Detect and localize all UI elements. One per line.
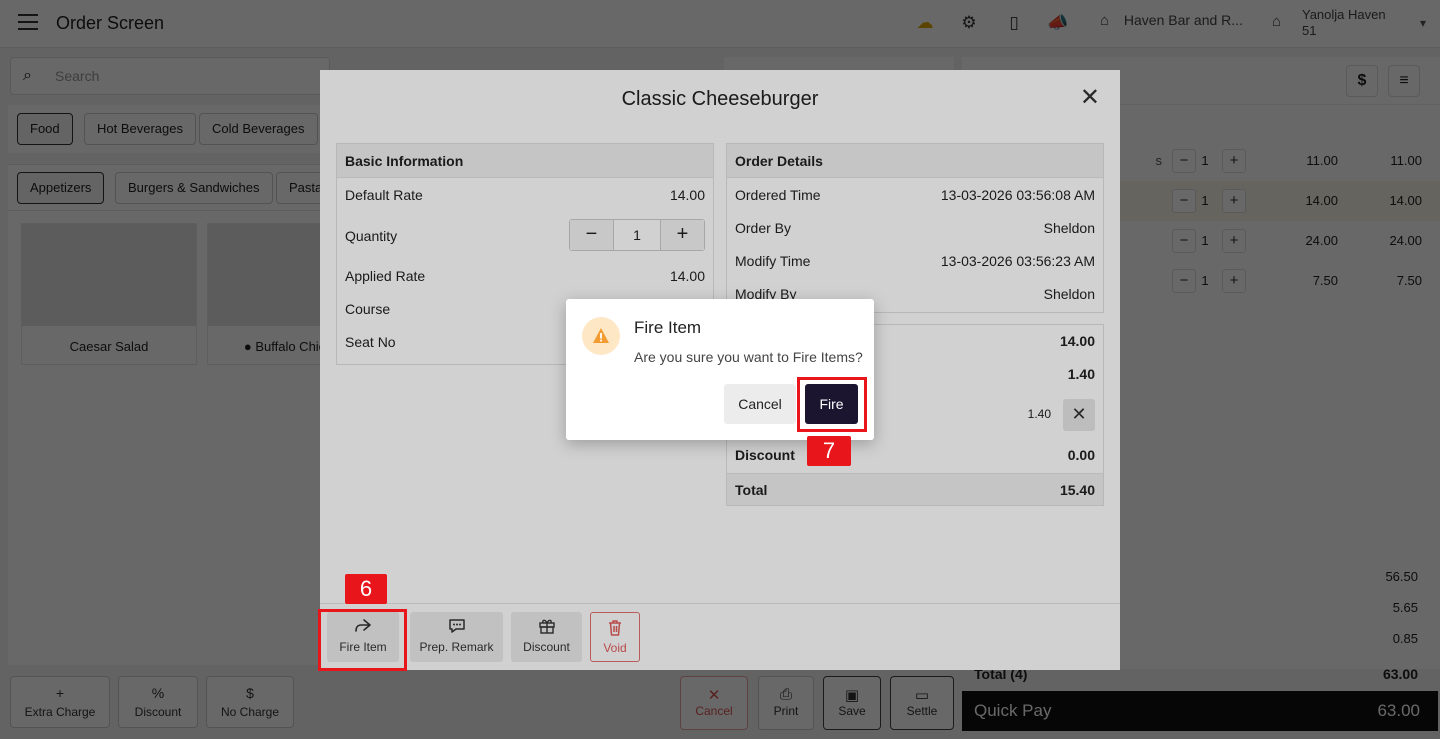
highlight-fire-button [797,377,867,432]
dialog-cancel-button[interactable]: Cancel [724,384,796,424]
dialog-message: Are you sure you want to Fire Items? [634,349,863,365]
step-badge-6: 6 [345,574,387,604]
dialog-title: Fire Item [634,318,702,337]
step-badge-7: 7 [807,436,851,466]
highlight-fire-item [318,609,407,671]
warning-icon [582,317,620,355]
